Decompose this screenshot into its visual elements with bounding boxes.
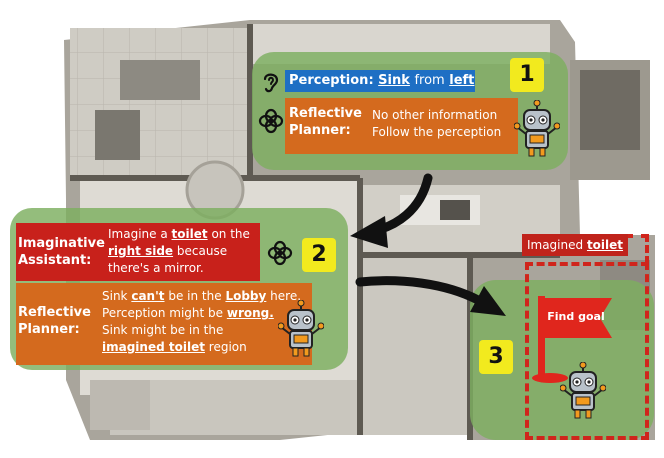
assistant-label-line1: Imaginative	[18, 236, 105, 251]
diagram: Perception: Sink from left Reflective Pl…	[0, 0, 664, 458]
assistant-l1-post: on the	[211, 227, 250, 241]
assistant-l1-pre: Imagine a	[108, 227, 168, 241]
planner-2-l1-obj: Lobby	[225, 289, 267, 303]
assistant-l2-obj: right side	[108, 244, 174, 258]
reflective-planner-2-box: Reflective Planner: Sink can't be in the…	[16, 283, 312, 365]
assistant-l2-post: because	[176, 244, 228, 258]
step-1-badge: 1	[510, 58, 544, 92]
planner-2-l1-pre: Sink	[102, 289, 128, 303]
imagined-pre: Imagined	[526, 238, 584, 252]
openai-icon	[258, 108, 284, 134]
planner-2-line2: Perception might be wrong.	[102, 306, 274, 321]
planner-2-line3: Sink might be in the	[102, 323, 224, 337]
planner-2-line1: Sink can't be in the Lobby here.	[102, 289, 301, 304]
arrow-head-icon	[350, 216, 388, 248]
imagined-region-dash	[625, 234, 649, 264]
reflective-planner-1-box: Reflective Planner: No other information…	[285, 98, 518, 154]
perception-object: Sink	[378, 73, 410, 88]
planner-1-label-line1: Reflective	[289, 106, 362, 121]
assistant-l1-obj: toilet	[171, 227, 208, 241]
robot-icon	[278, 300, 324, 357]
perception-box: Perception: Sink from left	[285, 70, 475, 92]
planner-2-label-line1: Reflective	[18, 305, 91, 320]
perception-from: from	[414, 73, 445, 88]
planner-2-l1-mid: be in the	[168, 289, 222, 303]
planner-2-l2-pre: Perception might be	[102, 306, 224, 320]
planner-2-label-line2: Planner:	[18, 322, 80, 337]
ear-icon	[263, 73, 279, 93]
assistant-line2: right side because	[108, 244, 227, 259]
robot-icon	[514, 100, 560, 157]
step-2-badge: 2	[302, 238, 336, 272]
imagined-toilet-label: Imagined toilet	[522, 234, 628, 256]
planner-2-l1-neg: can't	[131, 289, 165, 303]
imagined-obj: toilet	[586, 238, 624, 252]
assistant-line1: Imagine a toilet on the	[108, 227, 250, 242]
imaginative-assistant-box: Imaginative Assistant: Imagine a toilet …	[16, 223, 260, 281]
openai-icon	[267, 240, 293, 266]
planner-2-l2-neg: wrong.	[226, 306, 274, 320]
planner-1-line1: No other information	[372, 108, 498, 122]
assistant-line3: there's a mirror.	[108, 261, 204, 275]
perception-line: Perception: Sink from left	[289, 73, 474, 88]
find-goal-label: Find goal	[547, 310, 605, 323]
planner-2-line4: imagined toilet region	[102, 340, 247, 355]
assistant-label-line2: Assistant:	[18, 253, 92, 268]
perception-label: Perception:	[289, 73, 374, 88]
planner-2-l4-post: region	[208, 340, 247, 354]
arrow-icon	[355, 276, 483, 305]
planner-1-label-line2: Planner:	[289, 123, 351, 138]
planner-1-line2: Follow the perception	[372, 125, 502, 139]
planner-2-l4-obj: imagined toilet	[102, 340, 205, 354]
step-3-badge: 3	[479, 340, 513, 374]
perception-direction: left	[449, 73, 475, 88]
robot-icon	[560, 362, 606, 419]
